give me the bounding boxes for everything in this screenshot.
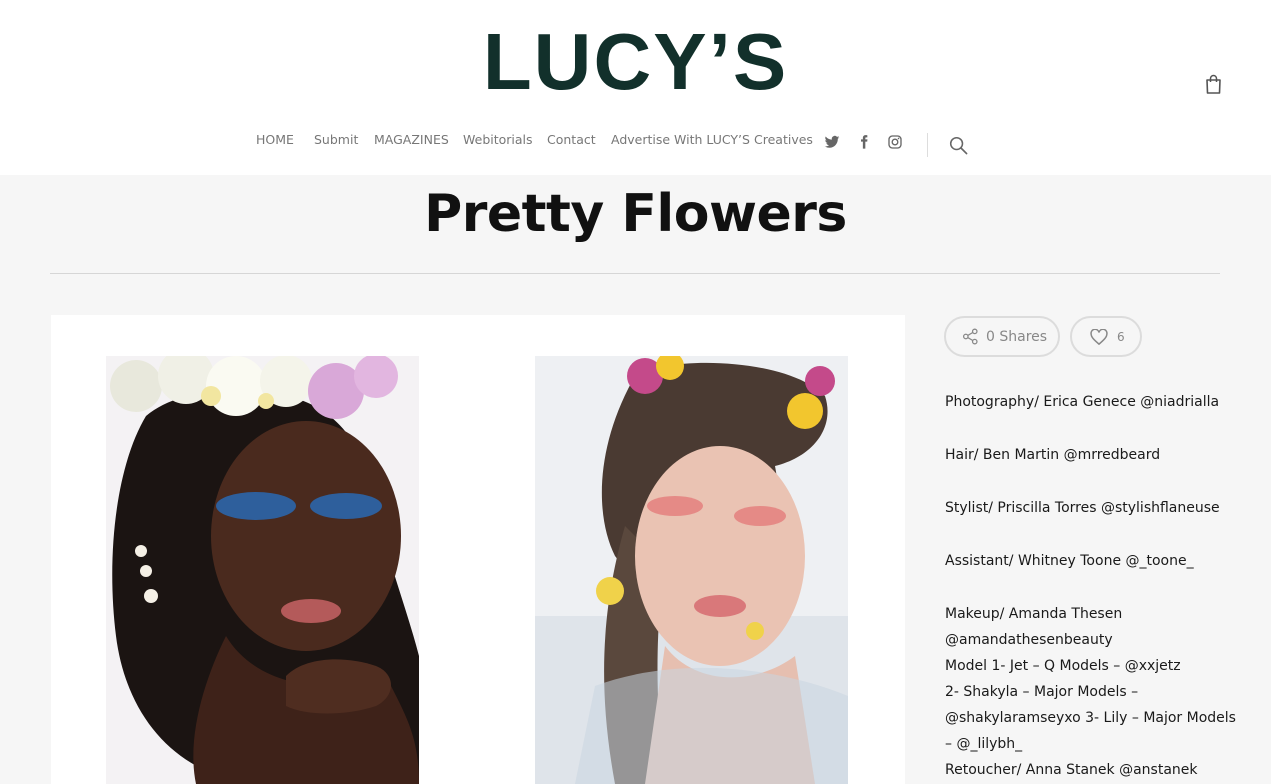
likes-count: 6	[1117, 330, 1125, 344]
facebook-icon[interactable]	[856, 134, 872, 150]
title-divider	[50, 273, 1220, 274]
credit-model-1: Model 1- Jet – Q Models – @xxjetz	[945, 658, 1181, 674]
nav-item-submit[interactable]: Submit	[314, 132, 358, 147]
gallery-photo[interactable]	[106, 356, 419, 784]
shares-count: 0 Shares	[986, 329, 1048, 345]
credit-photography: Photography/ Erica Genece @niadrialla	[945, 394, 1220, 410]
credit-assistant: Assistant/ Whitney Toone @_toone_	[945, 553, 1194, 569]
page-title: Pretty Flowers	[424, 184, 847, 244]
credit-makeup-handle: @amandathesenbeauty	[945, 632, 1113, 648]
credits-block: Photography/ Erica Genece @niadrialla Ha…	[945, 389, 1236, 783]
search-icon[interactable]	[949, 136, 968, 155]
nav-divider	[927, 133, 928, 157]
nav-item-home[interactable]: HOME	[256, 132, 294, 147]
nav-item-magazines[interactable]: MAGAZINES	[374, 132, 449, 147]
instagram-icon[interactable]	[887, 134, 903, 150]
gallery-photo[interactable]	[535, 356, 848, 784]
share-icon	[962, 328, 978, 345]
photo-gallery	[51, 315, 905, 784]
credit-model-3: @shakylaramseyxo 3- Lily – Major Models	[945, 710, 1236, 726]
site-logo[interactable]: LUCY’S	[0, 22, 1271, 102]
main-nav: HOME Submit MAGAZINES Webitorials Contac…	[0, 128, 1271, 158]
nav-item-advertise[interactable]: Advertise With LUCY’S	[611, 132, 750, 147]
credit-makeup: Makeup/ Amanda Thesen	[945, 606, 1123, 622]
nav-item-webitorials[interactable]: Webitorials	[463, 132, 533, 147]
like-button[interactable]: 6	[1070, 316, 1142, 357]
twitter-icon[interactable]	[824, 134, 840, 150]
nav-item-contact[interactable]: Contact	[547, 132, 596, 147]
credit-hair: Hair/ Ben Martin @mrredbeard	[945, 447, 1161, 463]
nav-item-creatives[interactable]: Creatives	[754, 132, 813, 147]
share-button[interactable]: 0 Shares	[944, 316, 1060, 357]
heart-icon	[1090, 329, 1108, 345]
credit-retoucher: Retoucher/ Anna Stanek @anstanek	[945, 762, 1198, 778]
credit-model-2: 2- Shakyla – Major Models –	[945, 684, 1139, 700]
shopping-bag-icon[interactable]	[1205, 74, 1222, 94]
credit-stylist: Stylist/ Priscilla Torres @stylishflaneu…	[945, 500, 1220, 516]
site-header: LUCY’S HOME Submit MAGAZINES Webitorials…	[0, 0, 1271, 175]
credit-model-3-handle: – @_lilybh_	[945, 736, 1023, 752]
